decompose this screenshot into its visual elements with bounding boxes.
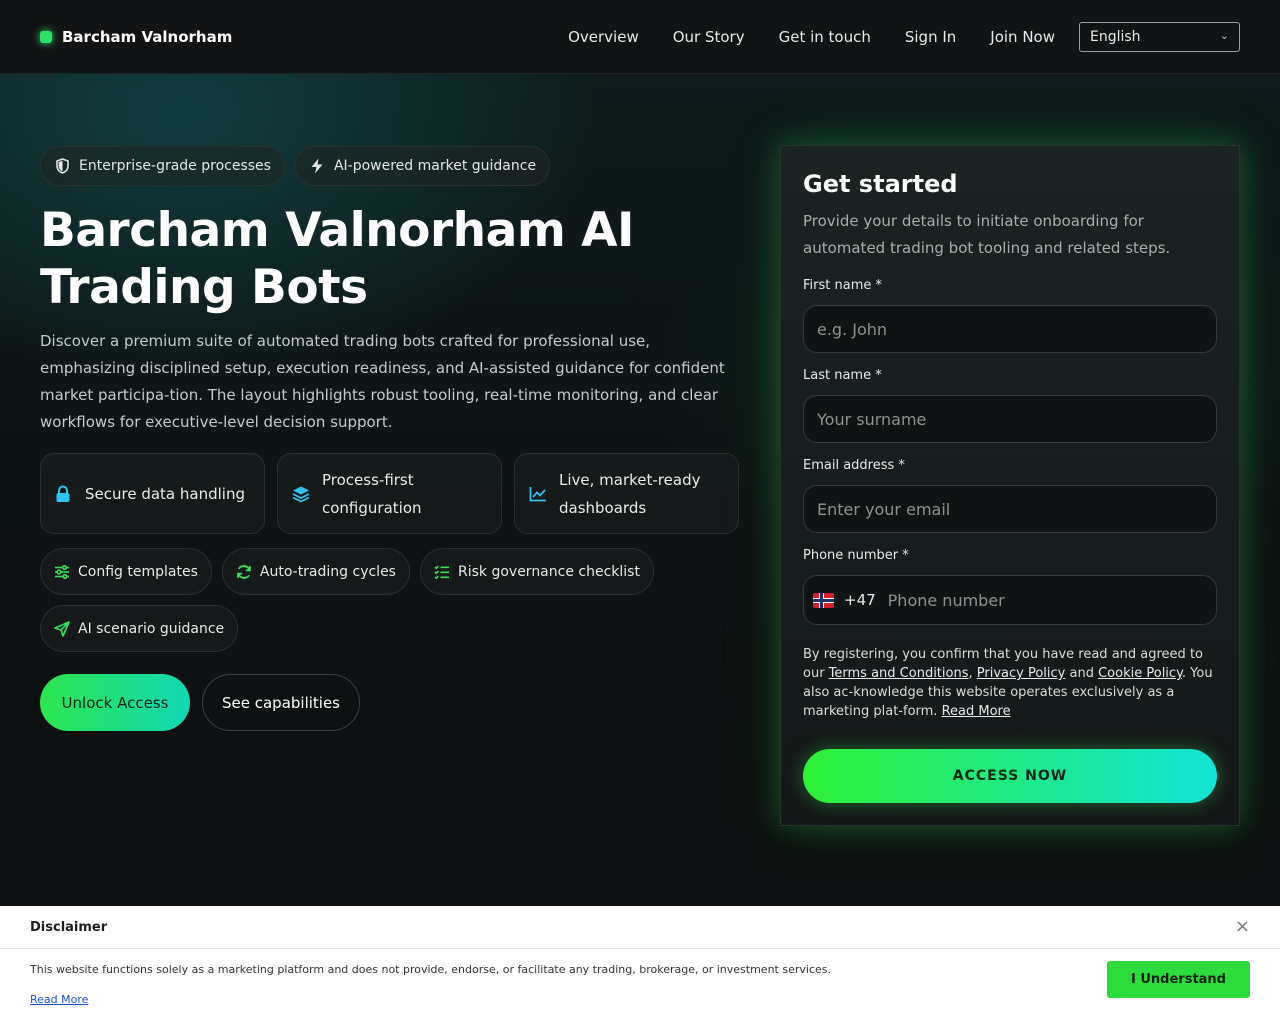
capability-pills-row-1: Config templates Auto-trading cycles Ris…: [40, 548, 654, 595]
nav-link-get-in-touch[interactable]: Get in touch: [779, 28, 871, 46]
shield-icon: [54, 158, 70, 174]
disclaimer-header: Disclaimer: [0, 906, 1280, 949]
first-name-label: First name *: [803, 278, 882, 293]
refresh-icon: [236, 564, 252, 580]
language-select[interactable]: English ⌄: [1079, 21, 1240, 52]
hero-title: Barcham Valnorham AI Trading Bots: [40, 203, 635, 315]
feature-cards: Secure data handling Process-first confi…: [40, 453, 739, 534]
chevron-down-icon: ⌄: [1219, 28, 1229, 42]
brand-logo-icon: [40, 30, 52, 43]
hero-cta-row: Unlock Access See capabilities: [40, 674, 360, 731]
phone-label: Phone number *: [803, 548, 909, 563]
read-more-link[interactable]: Read More: [942, 704, 1011, 719]
privacy-policy-link[interactable]: Privacy Policy: [977, 666, 1066, 681]
nav-link-sign-in[interactable]: Sign In: [905, 28, 956, 46]
form-title: Get started: [803, 170, 958, 198]
pill-label: Risk governance checklist: [457, 563, 640, 580]
brand[interactable]: Barcham Valnorham: [40, 28, 232, 46]
first-name-input[interactable]: [803, 305, 1217, 353]
feature-label: Secure data handling: [85, 484, 245, 503]
layers-icon: [292, 485, 310, 503]
hero-badges: Enterprise-grade processes AI-powered ma…: [40, 146, 551, 186]
language-select-value: English: [1090, 28, 1141, 45]
lock-icon: [55, 484, 73, 503]
disclaimer-read-more-link[interactable]: Read More: [30, 993, 88, 1006]
chart-line-icon: [529, 486, 547, 502]
see-capabilities-button[interactable]: See capabilities: [202, 674, 360, 731]
disclaimer-banner: Disclaimer × This website functions sole…: [0, 906, 1280, 1024]
pill-label: Config templates: [78, 563, 198, 580]
bolt-icon: [309, 158, 325, 174]
close-icon[interactable]: ×: [1235, 918, 1250, 936]
nav-link-overview[interactable]: Overview: [568, 28, 639, 46]
sliders-icon: [54, 564, 70, 580]
checklist-icon: [434, 564, 450, 580]
main-nav: Overview Our Story Get in touch Sign In …: [568, 28, 1055, 46]
email-input[interactable]: [803, 485, 1217, 533]
access-now-button[interactable]: ACCESS NOW: [803, 749, 1217, 803]
phone-dial-code[interactable]: +47: [844, 591, 876, 609]
pill-label: AI scenario guidance: [78, 620, 225, 637]
pill-risk-governance: Risk governance checklist: [419, 548, 654, 595]
form-subtitle: Provide your details to initiate onboard…: [803, 212, 1171, 257]
brand-name: Barcham Valnorham: [62, 27, 233, 46]
feature-label: Live, market-ready dashboards: [559, 470, 701, 517]
terms-link[interactable]: Terms and Conditions: [829, 666, 969, 681]
email-label: Email address *: [803, 458, 905, 473]
unlock-access-button[interactable]: Unlock Access: [40, 674, 190, 731]
disclaimer-title: Disclaimer: [30, 919, 108, 935]
legal-consent-text: By registering, you confirm that you hav…: [803, 645, 1219, 721]
legal-and: and: [1065, 666, 1099, 681]
feature-card-process-first: Process-first configuration: [277, 453, 502, 534]
nav-link-join-now[interactable]: Join Now: [990, 28, 1055, 46]
signup-form-card: Get started Provide your details to init…: [780, 145, 1240, 826]
pill-ai-scenario: AI scenario guidance: [40, 605, 239, 652]
capability-pills-row-2: AI scenario guidance: [40, 605, 239, 652]
last-name-input[interactable]: [803, 395, 1217, 443]
feature-card-dashboards: Live, market-ready dashboards: [514, 453, 739, 534]
legal-comma: ,: [968, 666, 977, 681]
hero-section: Enterprise-grade processes AI-powered ma…: [0, 74, 1280, 906]
cookie-policy-link[interactable]: Cookie Policy: [1098, 666, 1182, 681]
top-navigation-bar: Barcham Valnorham Overview Our Story Get…: [0, 0, 1280, 74]
send-icon: [54, 620, 70, 637]
phone-field: +47: [803, 575, 1217, 625]
feature-card-secure-data: Secure data handling: [40, 453, 265, 534]
pill-auto-trading: Auto-trading cycles: [221, 548, 410, 595]
last-name-label: Last name *: [803, 368, 882, 383]
badge-label: Enterprise-grade processes: [79, 158, 271, 174]
badge-enterprise: Enterprise-grade processes: [40, 146, 285, 186]
pill-label: Auto-trading cycles: [259, 563, 396, 580]
norway-flag-icon[interactable]: [813, 592, 834, 608]
feature-label: Process-first configuration: [322, 470, 422, 517]
nav-link-our-story[interactable]: Our Story: [673, 28, 745, 46]
hero-description: Discover a premium suite of automated tr…: [40, 332, 725, 431]
pill-config-templates: Config templates: [40, 548, 212, 595]
disclaimer-text: This website functions solely as a marke…: [30, 963, 831, 976]
phone-input[interactable]: [887, 590, 1188, 610]
badge-ai-guidance: AI-powered market guidance: [294, 146, 551, 186]
i-understand-button[interactable]: I Understand: [1107, 961, 1250, 998]
badge-label: AI-powered market guidance: [333, 158, 537, 174]
